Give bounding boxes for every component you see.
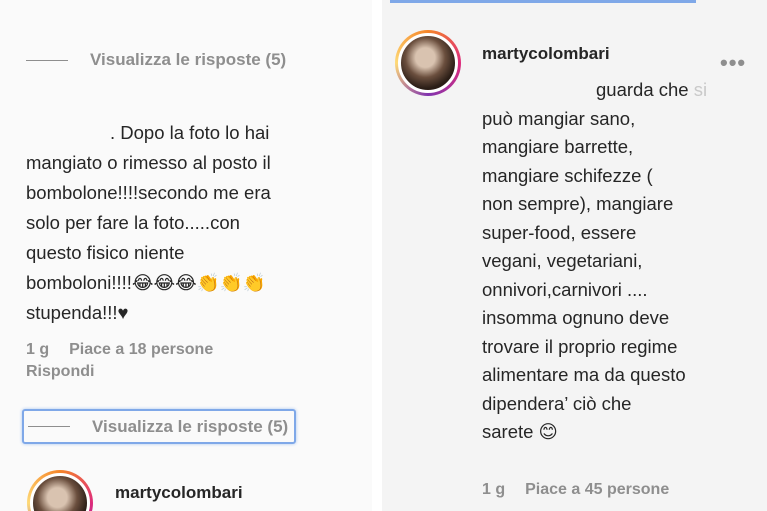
left-screenshot-panel: Visualizza le risposte (5) . Dopo la fot… [0, 0, 372, 511]
replies-line-icon [28, 426, 70, 427]
comment-line: non sempre), mangiare [482, 193, 674, 214]
view-replies-label: Visualizza le risposte (5) [90, 50, 287, 69]
username-link[interactable]: martycolombari [482, 44, 610, 64]
comment-line: mangiare schifezze ( [482, 164, 653, 186]
reply-comment-text: guarda che si può mangiar sano, mangiare… [482, 76, 762, 447]
comment-line: sarete 😊 [482, 421, 558, 442]
likes-count-link[interactable]: Piace a 45 persone [525, 481, 669, 498]
comment-line: bomboloni!!!!😂😂😂👏👏👏 [26, 272, 266, 293]
comment-line: vegani, vegetariani, [482, 250, 643, 271]
comment-text: . Dopo la foto lo hai mangiato o rimesso… [26, 118, 366, 328]
comment-line: mangiare barrette, [482, 136, 634, 157]
comment-line: può mangiar sano, [482, 107, 636, 129]
comment-time: 1 g [482, 481, 506, 498]
replies-line-icon [26, 59, 68, 61]
avatar[interactable] [395, 30, 461, 96]
view-replies-button-focused[interactable]: Visualizza le risposte (5) [22, 409, 297, 444]
comment-line: onnivori,carnivori .... [482, 278, 648, 300]
image-divider [372, 0, 382, 511]
comment-time: 1 g [26, 341, 50, 358]
comment-line: alimentare ma da questo [482, 364, 686, 385]
comment-meta: 1 g Piace a 18 persone Rispondi [26, 341, 213, 381]
reply-meta: 1 g Piace a 45 persone [482, 481, 669, 499]
comment-line: trovare il proprio regime [482, 335, 678, 357]
more-options-icon[interactable]: ••• [720, 50, 746, 76]
comment-line: guarda che si [596, 79, 708, 100]
comment-line: insomma ognuno deve [482, 307, 670, 328]
comment-line: bombolone!!!!secondo me era [26, 182, 271, 203]
comment-line: solo per fare la foto.....con [26, 212, 240, 233]
comment-line: stupenda!!!♥ [26, 302, 129, 323]
comment-line: dipendera’ ciò che [482, 392, 632, 414]
comment-line: questo fisico niente [26, 242, 185, 263]
username-link[interactable]: martycolombari [115, 483, 243, 503]
comment-line: super-food, essere [482, 221, 637, 243]
view-replies-label: Visualizza le risposte (5) [92, 416, 289, 436]
focus-outline-edge [390, 0, 696, 3]
view-replies-button[interactable]: Visualizza le risposte (5) [26, 50, 286, 70]
comment-line: . Dopo la foto lo hai [110, 122, 270, 143]
reply-button[interactable]: Rispondi [26, 363, 213, 381]
comment-line: mangiato o rimesso al posto il [26, 152, 271, 173]
likes-count-link[interactable]: Piace a 18 persone [69, 341, 213, 358]
